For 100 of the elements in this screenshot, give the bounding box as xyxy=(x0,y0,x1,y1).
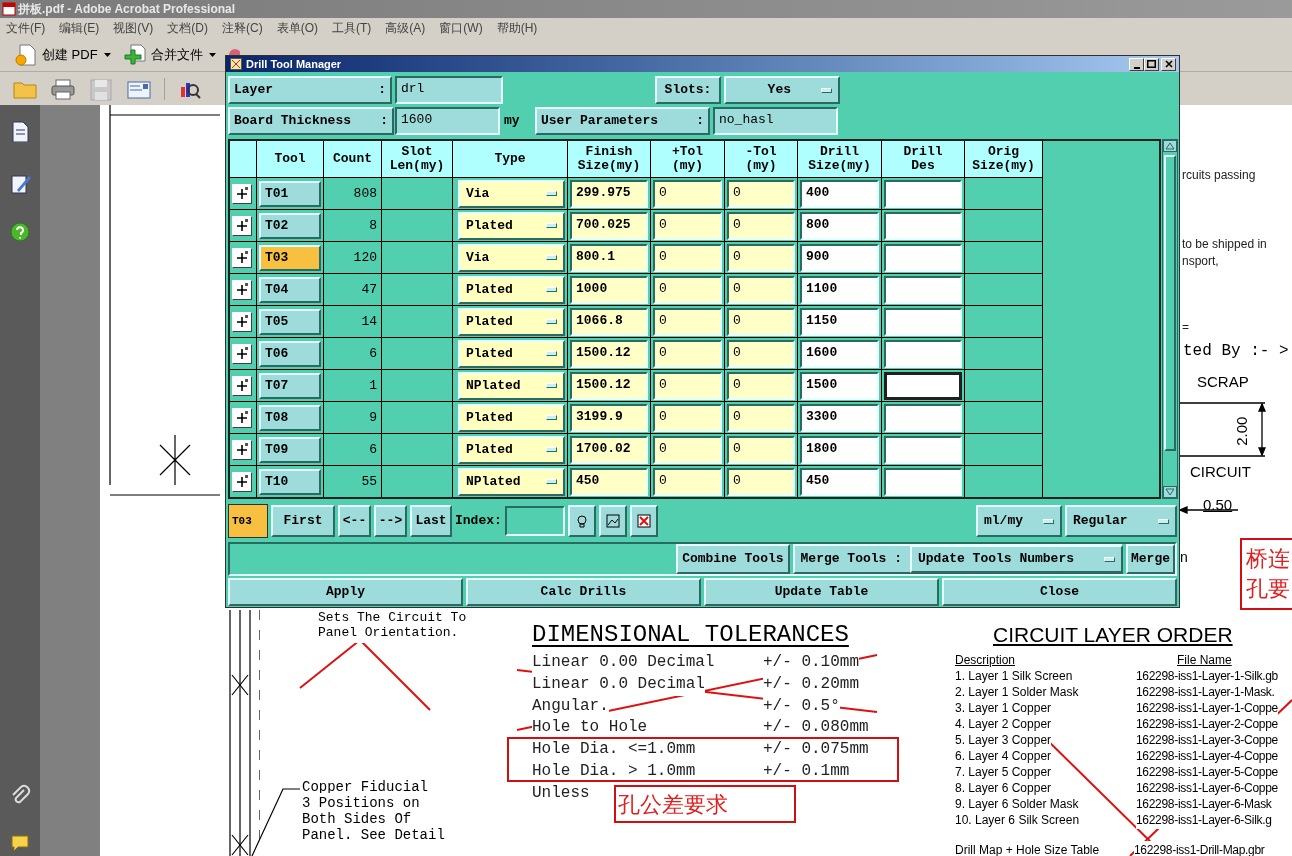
tolerance-field[interactable]: 0 xyxy=(653,179,722,208)
tolerance-field[interactable]: 0 xyxy=(727,371,795,400)
tolerance-field[interactable]: 0 xyxy=(727,435,795,464)
drill-size-field[interactable]: 900 xyxy=(800,243,879,272)
toolbar-button[interactable]: 创建 PDF xyxy=(12,40,113,69)
type-dropdown[interactable]: Plated xyxy=(458,339,565,368)
type-dropdown[interactable]: Plated xyxy=(458,435,565,464)
nav-button[interactable]: First xyxy=(271,505,335,537)
tolerance-field[interactable]: 0 xyxy=(653,339,722,368)
tolerance-field[interactable]: 0 xyxy=(727,275,795,304)
drill-des-field[interactable] xyxy=(884,307,962,336)
dialog-button[interactable]: Update Table xyxy=(704,578,939,606)
tool-button[interactable]: T08 xyxy=(259,404,321,431)
type-dropdown[interactable]: Via xyxy=(458,179,565,208)
drill-size-field[interactable]: 1600 xyxy=(800,339,879,368)
drill-des-field[interactable] xyxy=(884,275,962,304)
scrollbar[interactable] xyxy=(1162,139,1178,499)
comment-icon[interactable] xyxy=(9,832,31,854)
drill-size-field[interactable]: 1100 xyxy=(800,275,879,304)
drill-size-field[interactable]: 3300 xyxy=(800,403,879,432)
thickness-field[interactable]: 1600 xyxy=(395,107,500,135)
dialog-button[interactable]: Calc Drills xyxy=(466,578,701,606)
drill-des-field[interactable] xyxy=(884,371,962,400)
drill-size-field[interactable]: 450 xyxy=(800,467,879,496)
menu-item[interactable]: 视图(V) xyxy=(113,19,154,37)
tolerance-field[interactable]: 0 xyxy=(653,435,722,464)
type-dropdown[interactable]: Plated xyxy=(458,211,565,240)
finish-size-field[interactable]: 3199.9 xyxy=(570,403,648,432)
slots-dropdown[interactable]: Yes xyxy=(724,76,840,104)
tool-button[interactable]: T03 xyxy=(259,244,321,271)
menu-item[interactable]: 文件(F) xyxy=(6,19,46,37)
layer-field[interactable]: drl xyxy=(395,76,503,104)
expand-button[interactable] xyxy=(232,343,252,364)
tolerance-field[interactable]: 0 xyxy=(653,275,722,304)
tolerance-field[interactable]: 0 xyxy=(653,211,722,240)
tool-button[interactable]: T01 xyxy=(259,180,321,207)
type-dropdown[interactable]: Plated xyxy=(458,403,565,432)
tolerance-field[interactable]: 0 xyxy=(727,403,795,432)
pages-icon[interactable] xyxy=(9,120,31,142)
expand-button[interactable] xyxy=(232,215,252,236)
drill-size-field[interactable]: 1500 xyxy=(800,371,879,400)
finish-size-field[interactable]: 1700.02 xyxy=(570,435,648,464)
tolerance-field[interactable]: 0 xyxy=(653,243,722,272)
drill-des-field[interactable] xyxy=(884,179,962,208)
finish-size-field[interactable]: 1000 xyxy=(570,275,648,304)
expand-button[interactable] xyxy=(232,279,252,300)
tool-button[interactable]: T07 xyxy=(259,372,321,399)
bulb-button[interactable] xyxy=(567,505,596,537)
merge-option-dropdown[interactable]: Update Tools Numbers xyxy=(910,545,1123,573)
arrow-up-icon[interactable] xyxy=(1163,140,1177,152)
nav-button[interactable]: Last xyxy=(410,505,452,537)
picture-button[interactable] xyxy=(598,505,627,537)
menu-item[interactable]: 帮助(H) xyxy=(496,19,538,37)
finish-size-field[interactable]: 1066.8 xyxy=(570,307,648,336)
finish-size-field[interactable]: 299.975 xyxy=(570,179,648,208)
scroll-thumb[interactable] xyxy=(1164,155,1176,451)
tolerance-field[interactable]: 0 xyxy=(727,339,795,368)
user-parameters-field[interactable]: no_hasl xyxy=(713,107,838,135)
type-dropdown[interactable]: NPlated xyxy=(458,371,565,400)
drill-size-field[interactable]: 1800 xyxy=(800,435,879,464)
expand-button[interactable] xyxy=(232,439,252,460)
tool-button[interactable]: T10 xyxy=(259,468,321,495)
dialog-button[interactable]: Close xyxy=(942,578,1177,606)
finish-size-field[interactable]: 450 xyxy=(570,467,648,496)
nav-button[interactable]: <-- xyxy=(338,505,371,537)
drill-des-field[interactable] xyxy=(884,467,962,496)
drill-des-field[interactable] xyxy=(884,243,962,272)
tolerance-field[interactable]: 0 xyxy=(727,243,795,272)
expand-button[interactable] xyxy=(232,247,252,268)
tolerance-field[interactable]: 0 xyxy=(653,307,722,336)
expand-button[interactable] xyxy=(232,375,252,396)
drill-size-field[interactable]: 1150 xyxy=(800,307,879,336)
type-dropdown[interactable]: Via xyxy=(458,243,565,272)
drill-des-field[interactable] xyxy=(884,403,962,432)
menu-item[interactable]: 高级(A) xyxy=(385,19,426,37)
finish-size-field[interactable]: 1500.12 xyxy=(570,339,648,368)
expand-button[interactable] xyxy=(232,471,252,492)
type-dropdown[interactable]: Plated xyxy=(458,307,565,336)
drill-des-field[interactable] xyxy=(884,211,962,240)
tool-button[interactable]: T06 xyxy=(259,340,321,367)
drill-size-field[interactable]: 800 xyxy=(800,211,879,240)
tolerance-field[interactable]: 0 xyxy=(727,307,795,336)
menu-item[interactable]: 窗口(W) xyxy=(439,19,483,37)
tool-button[interactable]: T05 xyxy=(259,308,321,335)
tolerance-field[interactable]: 0 xyxy=(727,467,795,496)
combine-tools-button[interactable]: Combine Tools xyxy=(676,544,790,574)
menu-item[interactable]: 工具(T) xyxy=(332,19,372,37)
close-button[interactable] xyxy=(1161,57,1176,71)
nav-button[interactable]: --> xyxy=(374,505,407,537)
type-dropdown[interactable]: Plated xyxy=(458,275,565,304)
dialog-button[interactable]: Apply xyxy=(228,578,463,606)
minimize-button[interactable] xyxy=(1129,57,1144,71)
tool-button[interactable]: T09 xyxy=(259,436,321,463)
tool-button[interactable]: T02 xyxy=(259,212,321,239)
tolerance-field[interactable]: 0 xyxy=(653,403,722,432)
merge-button[interactable]: Merge xyxy=(1126,544,1175,574)
delete-button[interactable] xyxy=(629,505,658,537)
drill-des-field[interactable] xyxy=(884,435,962,464)
printer-icon[interactable] xyxy=(50,76,76,101)
maximize-button[interactable] xyxy=(1144,57,1159,71)
